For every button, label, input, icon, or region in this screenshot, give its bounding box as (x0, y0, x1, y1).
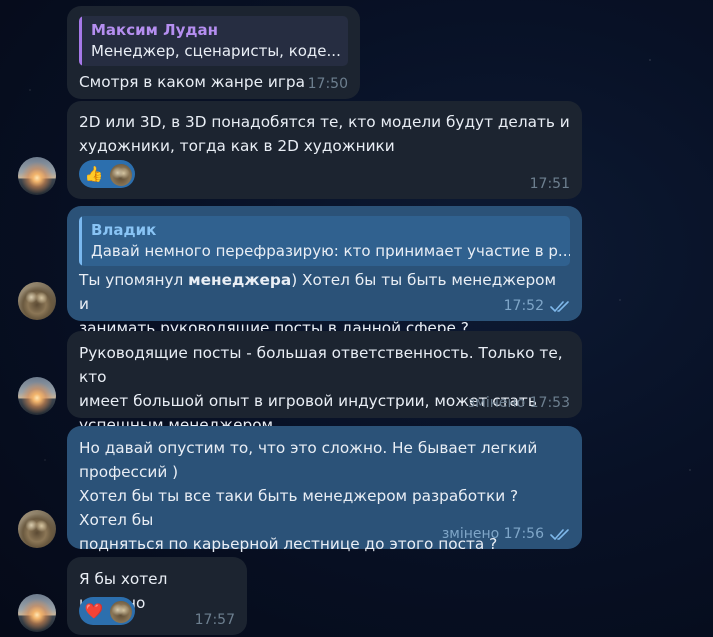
reply-author: Владик (91, 221, 157, 239)
message-bubble[interactable]: Руководящие посты - большая ответственно… (67, 331, 582, 434)
reactor-avatar (109, 163, 133, 187)
reply-text: Менеджер, сценаристы, коде... (91, 42, 341, 60)
message-text-bold: менеджера (188, 271, 292, 289)
reaction-pill[interactable]: ❤️ (79, 597, 135, 625)
message-time: 17:52 (503, 298, 544, 314)
message-bubble[interactable]: Я бы хотел конечно ❤️ 17:57 (67, 557, 247, 635)
message-text: 2D или 3D, в 3D понадобятся те, кто моде… (79, 113, 570, 131)
message-text: Руководящие посты - большая ответственно… (79, 344, 563, 386)
message-bubble[interactable]: Но давай опустим то, что это сложно. Не … (67, 426, 582, 553)
message-text: Ты упомянул (79, 271, 189, 289)
message-time: 17:50 (307, 76, 348, 92)
reaction-pill[interactable]: 👍 (79, 160, 135, 188)
heart-icon: ❤️ (84, 602, 104, 620)
avatar[interactable] (18, 594, 56, 632)
avatar[interactable] (18, 377, 56, 415)
message-bubble[interactable]: 2D или 3D, в 3D понадобятся те, кто моде… (67, 101, 582, 199)
reply-text: Давай немного перефразирую: кто принимае… (91, 242, 570, 260)
double-check-icon (550, 301, 569, 313)
message-text: Но давай опустим то, что это сложно. Не … (79, 439, 538, 457)
reactor-avatar (109, 600, 133, 624)
thumbs-up-icon: 👍 (84, 165, 104, 183)
reply-quote[interactable]: Максим Лудан Менеджер, сценаристы, коде.… (79, 16, 348, 66)
message-time: змінено 17:53 (467, 395, 570, 411)
message-time: 17:51 (529, 176, 570, 192)
reply-author: Максим Лудан (91, 21, 218, 39)
reply-quote[interactable]: Владик Давай немного перефразирую: кто п… (79, 216, 570, 266)
message-text: художники, тогда как в 2D художники (79, 137, 395, 155)
double-check-icon (550, 529, 569, 541)
message-time: змінено 17:56 (441, 526, 544, 542)
avatar[interactable] (18, 282, 56, 320)
avatar[interactable] (18, 510, 56, 548)
message-text: профессий ) (79, 463, 179, 481)
avatar[interactable] (18, 157, 56, 195)
message-bubble[interactable]: Владик Давай немного перефразирую: кто п… (67, 206, 582, 337)
message-bubble[interactable]: Максим Лудан Менеджер, сценаристы, коде.… (67, 6, 360, 99)
message-time: 17:57 (194, 612, 235, 628)
